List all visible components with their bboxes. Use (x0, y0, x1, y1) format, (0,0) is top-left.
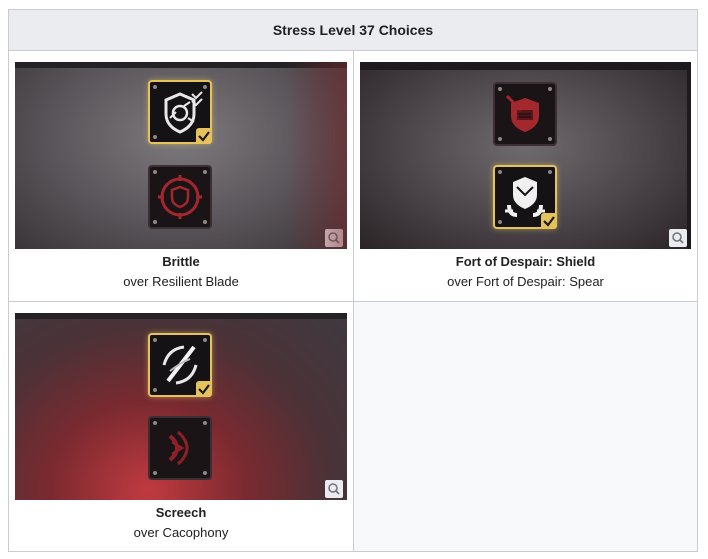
choice-subtitle: over Resilient Blade (123, 274, 239, 289)
choice-title: Fort of Despair: Shield (455, 254, 596, 269)
magnify-icon[interactable] (669, 229, 687, 247)
magnify-icon[interactable] (325, 480, 343, 498)
choice-cell-fort-of-despair: Fort of Despair: Shield over Fort of Des… (354, 51, 697, 302)
choice-subtitle: over Fort of Despair: Spear (447, 274, 604, 289)
choice-cell-brittle: Brittle over Resilient Blade (9, 51, 354, 302)
choice-thumbnail[interactable] (360, 62, 691, 249)
unselected-skill-slot (493, 82, 557, 146)
choice-thumbnail[interactable] (15, 313, 347, 500)
thumb-frame (15, 313, 347, 319)
empty-cell (354, 302, 697, 551)
selected-skill-slot (148, 333, 212, 397)
table-header: Stress Level 37 Choices (9, 10, 697, 51)
choice-title: Screech (155, 505, 207, 520)
selected-skill-slot (148, 80, 212, 144)
selected-skill-slot (493, 165, 557, 229)
thumb-frame (15, 62, 347, 68)
check-icon (541, 213, 557, 229)
choice-title: Brittle (162, 254, 200, 269)
broken-fist-shield-icon (505, 94, 539, 132)
choice-thumbnail[interactable] (15, 62, 347, 249)
choice-subtitle: over Cacophony (133, 525, 229, 540)
magnify-icon[interactable] (325, 229, 343, 247)
sound-wave-icon (168, 430, 189, 466)
check-icon (196, 381, 212, 397)
choices-table: Stress Level 37 Choices Brittle over Res… (8, 9, 698, 552)
target-shield-icon (158, 175, 202, 219)
choice-cell-screech: Screech over Cacophony (9, 302, 354, 551)
unselected-skill-slot (148, 416, 212, 480)
unselected-skill-slot (148, 165, 212, 229)
check-icon (196, 128, 212, 144)
